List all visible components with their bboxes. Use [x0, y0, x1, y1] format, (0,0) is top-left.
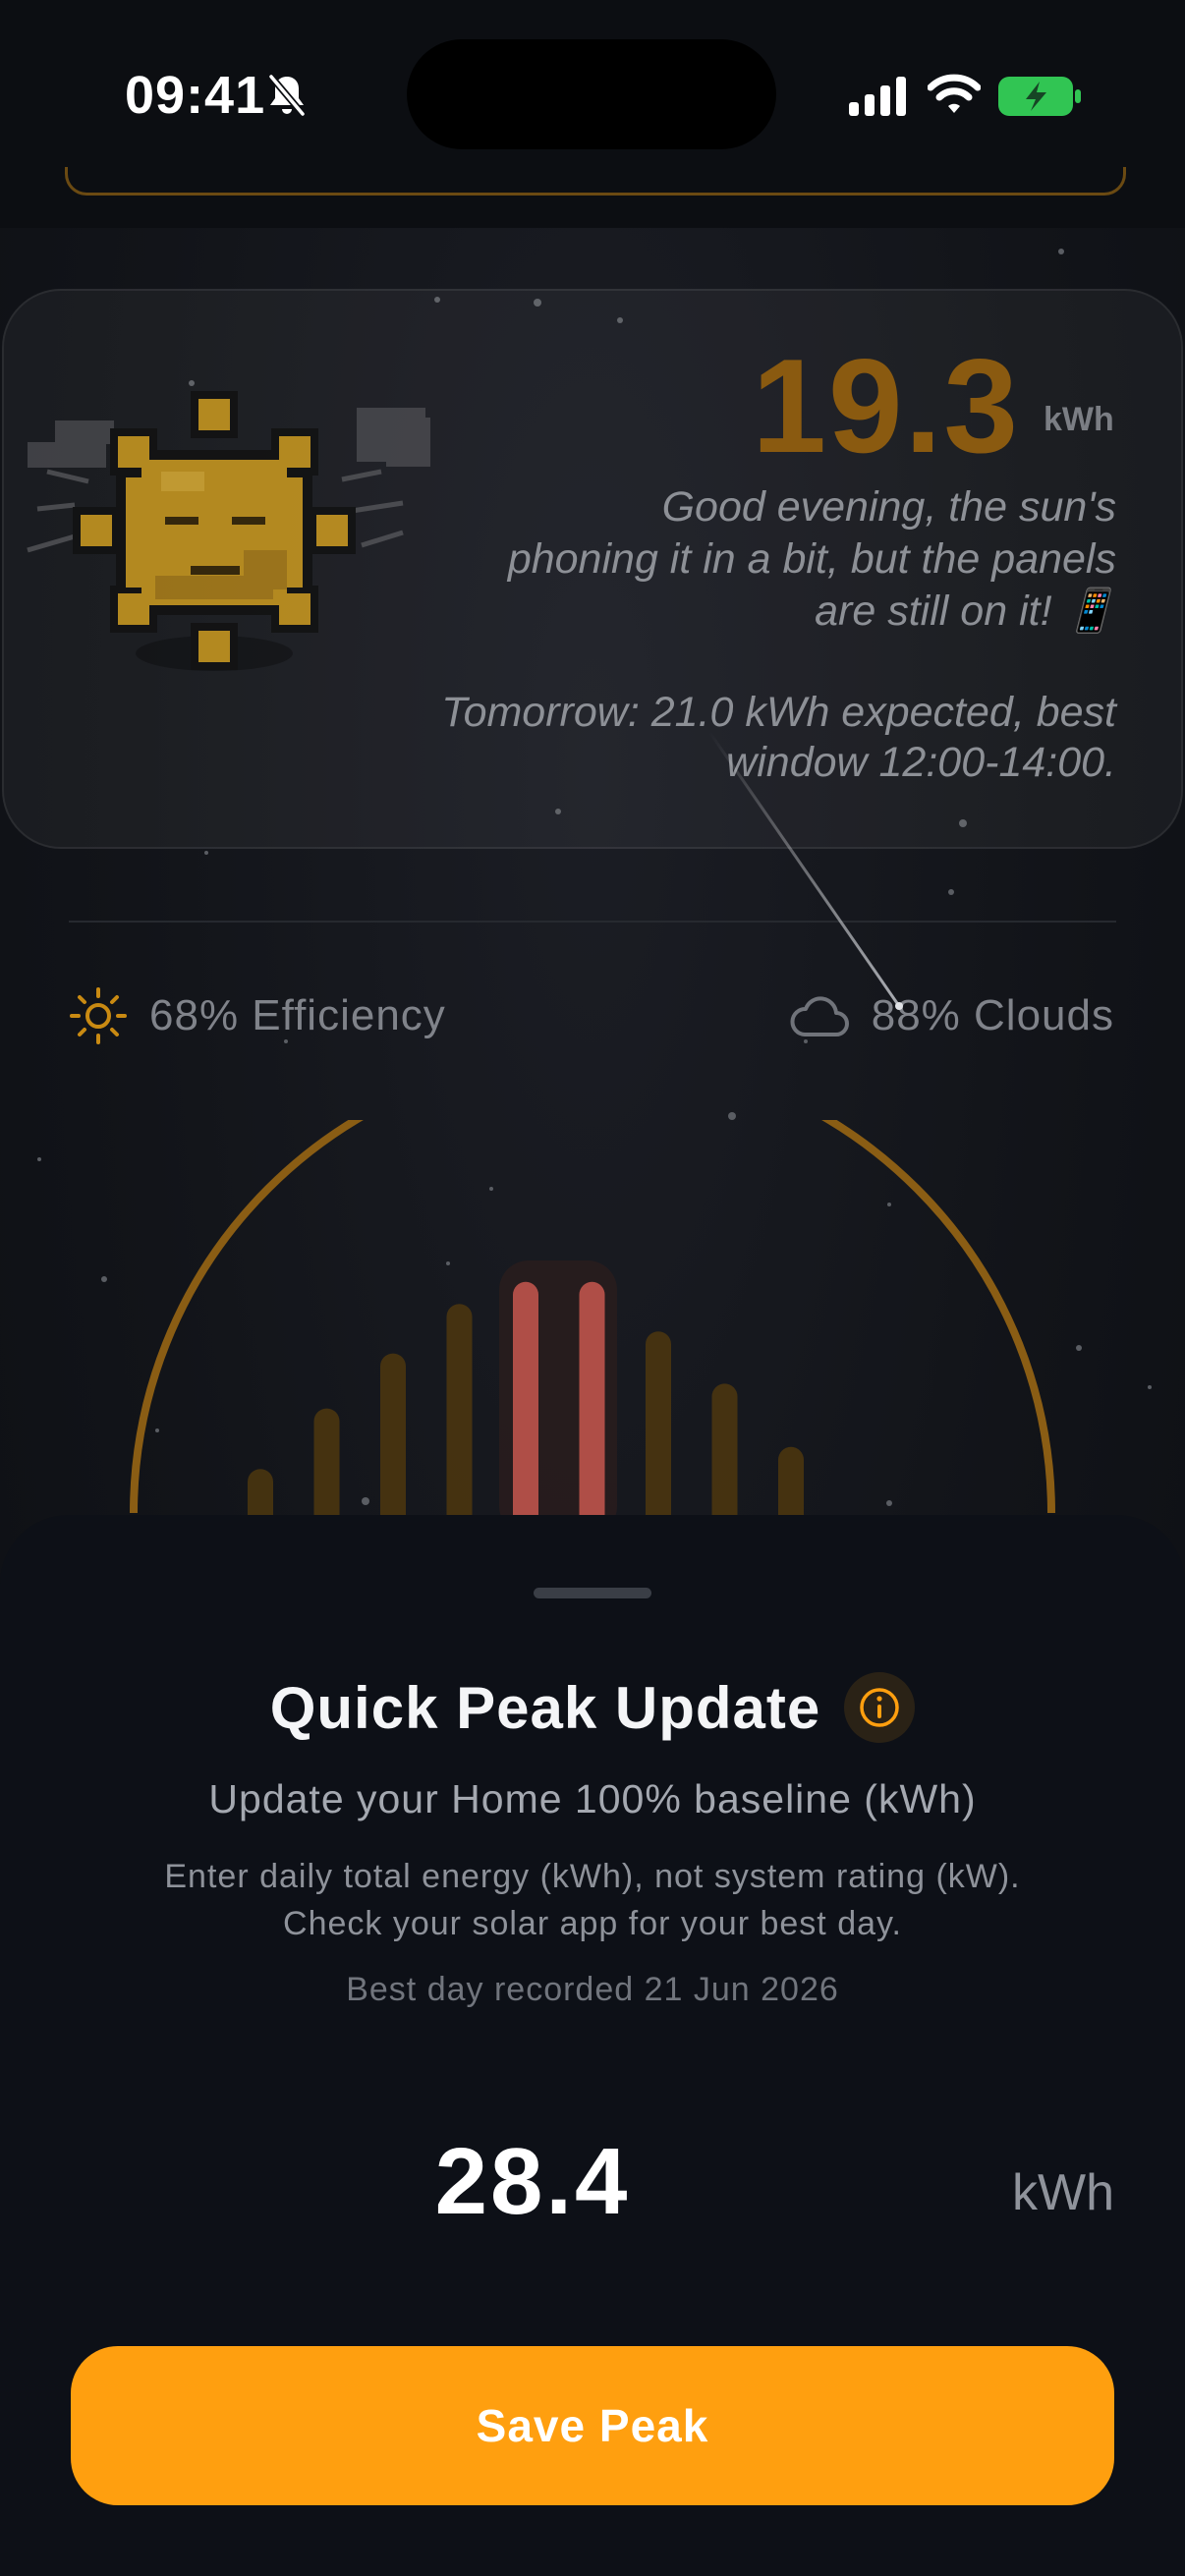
sun-icon [70, 987, 127, 1044]
pixel-sun-mascot [27, 391, 430, 671]
info-icon[interactable] [844, 1672, 916, 1743]
bell-off-icon [268, 74, 306, 117]
app-screen: 09:41 19.3 kWh Good evening, the sun's p… [0, 0, 1185, 2576]
header-outline [65, 167, 1126, 196]
sheet-header: Quick Peak Update [0, 1668, 1185, 1747]
peak-unit-label: kWh [1012, 2164, 1114, 2221]
gauge-bar [380, 1353, 406, 1533]
dynamic-island [407, 39, 776, 149]
status-time: 09:41 [125, 66, 266, 125]
peak-value-input[interactable] [354, 2122, 711, 2242]
production-gauge [130, 1120, 1055, 1533]
clouds-stat: 88% Clouds [789, 982, 1114, 1049]
divider [69, 921, 1116, 923]
gauge-bar [513, 1281, 538, 1533]
efficiency-stat: 68% Efficiency [69, 982, 446, 1049]
gauge-bar [446, 1304, 473, 1533]
gauge-bar [579, 1281, 605, 1533]
help-line-2: Check your solar app for your best day. [283, 1905, 902, 1942]
sheet-grabber[interactable] [534, 1588, 651, 1598]
battery-charging-icon [998, 77, 1081, 116]
cellular-signal-icon [849, 77, 906, 116]
wifi-icon [928, 74, 981, 113]
sheet-help-text: Enter daily total energy (kWh), not syst… [98, 1853, 1087, 1947]
greeting-message: Good evening, the sun's phoning it in a … [507, 483, 1116, 635]
cloud-icon [790, 996, 849, 1036]
gauge-bar [646, 1331, 671, 1533]
best-day-recorded: Best day recorded 21 Jun 2026 [346, 1971, 839, 2008]
sheet-subtitle: Update your Home 100% baseline (kWh) [208, 1776, 977, 1821]
help-line-1: Enter daily total energy (kWh), not syst… [164, 1858, 1021, 1895]
clouds-label: 88% Clouds [871, 991, 1114, 1039]
tomorrow-forecast: Tomorrow: 21.0 kWh expected, best window… [441, 689, 1116, 786]
gauge-bar [711, 1383, 738, 1533]
energy-unit: kWh [1044, 401, 1114, 438]
quick-peak-sheet: Quick Peak Update Update your Home 100% … [0, 1515, 1185, 2576]
status-bar: 09:41 [0, 0, 1185, 228]
energy-today-value: 19.3 [752, 331, 1020, 480]
sheet-title: Quick Peak Update [269, 1674, 821, 1741]
efficiency-label: 68% Efficiency [149, 991, 446, 1039]
save-peak-button[interactable]: Save Peak [71, 2346, 1114, 2505]
